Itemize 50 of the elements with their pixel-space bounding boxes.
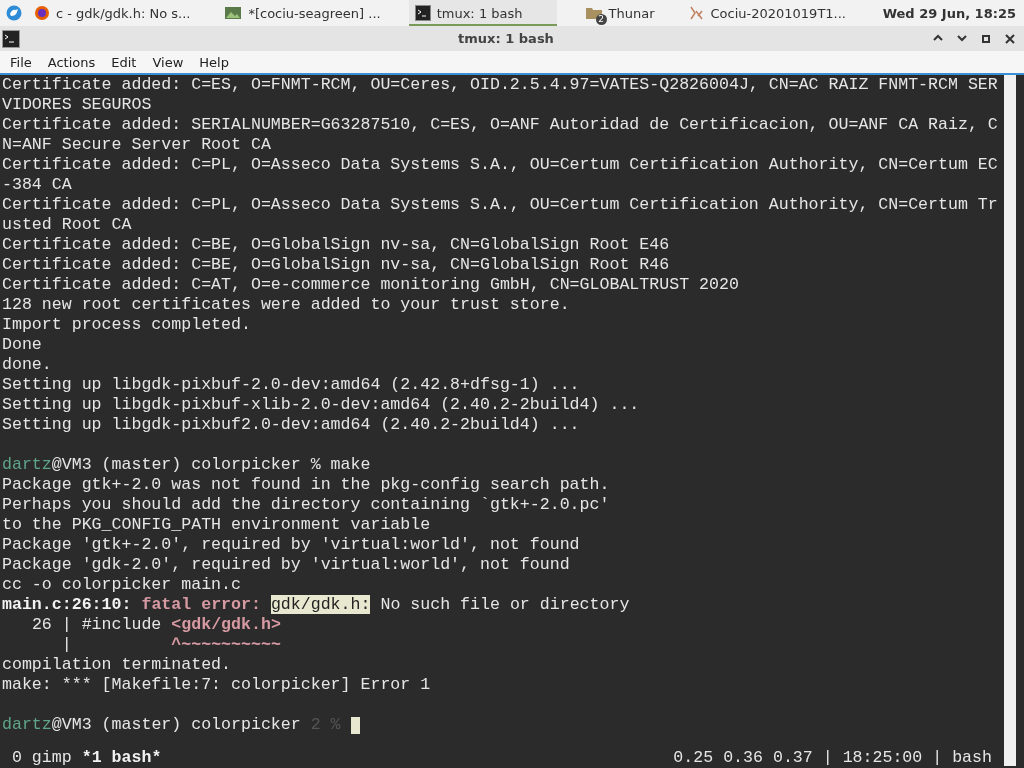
document-icon (688, 5, 705, 21)
menu-item[interactable]: Edit (103, 54, 145, 70)
window-title: tmux: 1 bash (457, 31, 554, 46)
scrollbar[interactable] (1004, 75, 1016, 766)
count-badge: 2 (595, 14, 607, 25)
terminal-line: Certificate added: C=BE, O=GlobalSign nv-sa, CN=GlobalSign Root R46 (2, 255, 671, 275)
menu-item[interactable]: Actions (39, 54, 104, 70)
terminal-line: cc -o colorpicker main.c (2, 575, 242, 595)
taskbar-button[interactable]: tmux: 1 bash (408, 0, 557, 26)
close-icon[interactable] (1004, 32, 1016, 45)
terminal-line: main.c:26:10: fatal error: gdk/gdk.h: No such file or directory (2, 595, 631, 615)
terminal-line: Setting up libgdk-pixbuf-2.0-dev:amd64 (2.42.8+dfsg-1) ... (2, 375, 581, 395)
taskbar-button[interactable]: 2 Thunar (578, 0, 661, 26)
menu-item[interactable]: Help (191, 54, 237, 70)
terminal-line: Certificate added: C=PL, O=Asseco Data Systems S.A., OU=Certum Certification Authority, CN=Certum Trusted Root CA (2, 195, 998, 235)
terminal-line: Package 'gtk+-2.0', required by 'virtual:world', not found (2, 535, 581, 555)
tmux-window-list: 0 gimp *1 bash* (2, 748, 162, 768)
terminal-line: | ^~~~~~~~~~~ (60, 635, 282, 655)
clock[interactable]: Wed 29 Jun, 18:25 (882, 5, 1016, 21)
terminal-line: Setting up libgdk-pixbuf2.0-dev:amd64 (2.40.2-2build4) ... (2, 415, 581, 435)
terminal-line: Perhaps you should add the directory containing `gtk+-2.0.pc' (2, 495, 611, 515)
terminal-line: to the PKG_CONFIG_PATH environment variable (2, 515, 432, 535)
image-icon (224, 5, 243, 21)
terminal-line: make: *** [Makefile:7: colorpicker] Error 1 (2, 675, 432, 695)
terminal-line: done. (2, 355, 53, 375)
terminal-line: dartz@VM3 (master) colorpicker % make (2, 455, 372, 475)
terminal-line: Certificate added: C=PL, O=Asseco Data Systems S.A., OU=Certum Certification Authority, CN=Certum EC-384 CA (2, 155, 998, 195)
terminal-line: Certificate added: C=AT, O=e-commerce monitoring GmbH, CN=GLOBALTRUST 2020 (2, 275, 740, 295)
terminal-line: Certificate added: SERIALNUMBER=G63287510, C=ES, O=ANF Autoridad de Certificacion, OU=ANF CA Raiz, CN=ANF Secure Server Root CA (2, 115, 998, 155)
terminal-line: compilation terminated. (2, 655, 233, 675)
terminal-icon[interactable] (2, 29, 20, 48)
terminal-line: 128 new root certificates were added to your trust store. (2, 295, 571, 315)
restore-icon[interactable] (980, 32, 992, 45)
status-info: 0.25 0.36 0.37 | 18:25:00 | bash (673, 748, 993, 768)
terminal-line: 26 | #include <gdk/gdk.h> (30, 615, 282, 635)
menu-item[interactable]: View (144, 54, 192, 70)
menu-item[interactable]: File (2, 54, 40, 70)
terminal-line: Import process completed. (2, 315, 252, 335)
terminal-line: Certificate added: C=ES, O=FNMT-RCM, OU=Ceres, OID.2.5.4.97=VATES-Q2826004J, CN=AC RAIZ FNMT-RCM SERVIDORES SEGUROS (2, 75, 998, 115)
bird-logo-icon[interactable] (6, 5, 22, 21)
terminal-line: Setting up libgdk-pixbuf-xlib-2.0-dev:amd64 (2.40.2-2build4) ... (2, 395, 641, 415)
terminal-line: Done (2, 335, 43, 355)
terminal-line: Package gtk+-2.0 was not found in the pkg-config search path. (2, 475, 611, 495)
terminal-line: Package 'gdk-2.0', required by 'virtual:world', not found (2, 555, 571, 575)
globe-icon (34, 5, 50, 21)
terminal-line: Certificate added: C=BE, O=GlobalSign nv-sa, CN=GlobalSign Root E46 (2, 235, 671, 255)
terminal-icon (414, 5, 431, 21)
taskbar-button[interactable]: Cociu-20201019T1... (682, 0, 852, 26)
taskbar-button[interactable]: c - gdk/gdk.h: No s... (28, 0, 197, 26)
taskbar-button[interactable]: *[cociu-seagreen] ... (218, 0, 387, 26)
